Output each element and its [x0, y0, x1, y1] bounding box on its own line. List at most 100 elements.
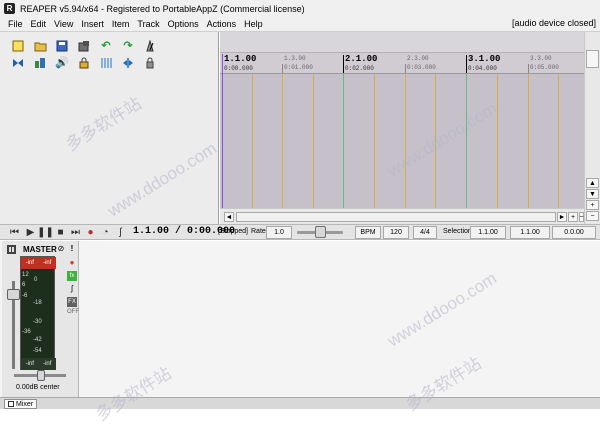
fx-bypass-icon[interactable]: FX	[67, 297, 77, 307]
menu-bar: File Edit View Insert Item Track Options…	[0, 17, 600, 32]
lock-settings-icon[interactable]	[142, 55, 158, 71]
master-meter[interactable]: -inf -inf 12 6 0 -6 -18 -30 -36 -42 -54 …	[20, 256, 56, 370]
menu-item[interactable]: Item	[108, 19, 134, 29]
scroll-right-icon[interactable]: ►	[557, 212, 567, 222]
new-project-icon[interactable]	[10, 38, 26, 54]
grid-line-beat	[313, 74, 314, 208]
automation-mode-icon[interactable]: ʃ	[114, 226, 127, 239]
title-bar: R REAPER v5.94/x64 - Registered to Porta…	[0, 0, 600, 17]
lock-toggle-icon[interactable]	[76, 55, 92, 71]
peak-right: -inf	[43, 260, 52, 266]
toolbar-row-1: ↶ ↷	[0, 37, 158, 55]
ruler-minor-label: 1.3.00	[284, 55, 306, 62]
bpm-value[interactable]: 120	[383, 226, 409, 239]
redo-icon[interactable]: ↷	[120, 38, 136, 54]
project-settings-icon[interactable]	[76, 38, 92, 54]
tab-close-icon[interactable]	[8, 401, 14, 407]
routing-icon[interactable]	[6, 244, 16, 254]
rate-value[interactable]: 1.0	[266, 226, 292, 239]
ruler-time-label: 0:04.000	[468, 65, 497, 72]
rms-right: -inf	[43, 361, 52, 367]
ruler-tick-bar-3	[466, 55, 467, 73]
scroll-down-icon[interactable]: ▼	[586, 189, 599, 199]
go-to-end-icon[interactable]: ⏭	[69, 226, 82, 239]
mixer-tab-label: Mixer	[16, 400, 34, 408]
bpm-button[interactable]: BPM	[355, 226, 381, 239]
meter-peak-display[interactable]: -inf -inf	[21, 257, 56, 269]
rate-slider-knob[interactable]	[315, 226, 326, 238]
metronome-icon[interactable]	[142, 38, 158, 54]
master-track-strip[interactable]: MASTER ⊘ ! -inf -inf 12 6 0 -6 -18 -30 -…	[2, 241, 79, 397]
selection-length[interactable]: 0.0.00	[552, 226, 596, 239]
ruler-minor-label: 2.3.00	[407, 55, 429, 62]
grid-line-beat	[497, 74, 498, 208]
time-signature[interactable]: 4/4	[413, 226, 437, 239]
save-project-icon[interactable]	[54, 38, 70, 54]
menu-edit[interactable]: Edit	[27, 19, 51, 29]
auto-crossfade-icon[interactable]	[10, 55, 26, 71]
track-control-panel[interactable]: ↶ ↷ 🔊	[0, 32, 219, 224]
menu-file[interactable]: File	[0, 19, 27, 29]
window-title: REAPER v5.94/x64 - Registered to Portabl…	[20, 3, 305, 14]
grid-line-beat	[405, 74, 406, 208]
grid-line-bar	[343, 74, 344, 208]
play-state: [Stopped]	[218, 228, 248, 235]
volume-fader-knob[interactable]	[7, 289, 20, 300]
menu-options[interactable]: Options	[164, 19, 203, 29]
zoom-out-horizontal-icon[interactable]: −	[579, 212, 584, 222]
ruler-region-lane[interactable]	[220, 32, 584, 52]
grid-line-beat	[252, 74, 253, 208]
reaper-app-icon[interactable]: R	[4, 3, 15, 14]
menu-track[interactable]: Track	[133, 19, 163, 29]
play-icon[interactable]: ▶	[24, 226, 37, 239]
zoom-out-vertical-icon[interactable]: −	[586, 211, 599, 221]
fx-off-label: OFF	[67, 309, 79, 315]
ruler-minor-time: 0:05.000	[530, 64, 559, 71]
grid-line-beat	[528, 74, 529, 208]
zoom-in-vertical-icon[interactable]: +	[586, 200, 599, 210]
master-label: MASTER	[23, 245, 57, 254]
envelope-follows-icon[interactable]	[32, 55, 48, 71]
scroll-left-icon[interactable]: ◄	[224, 212, 234, 222]
record-icon[interactable]: ●	[84, 226, 97, 239]
grid-line-beat	[374, 74, 375, 208]
vscroll-thumb[interactable]	[586, 50, 599, 68]
mixer-panel[interactable]	[0, 241, 600, 397]
selection-start[interactable]: 1.1.00	[470, 226, 506, 239]
envelope-icon[interactable]: ʃ	[67, 284, 77, 294]
pause-icon[interactable]: ❚❚	[37, 226, 54, 239]
menu-view[interactable]: View	[50, 19, 77, 29]
hscroll-thumb[interactable]	[236, 212, 556, 222]
stop-icon[interactable]: ■	[54, 226, 67, 239]
fx-insert-icon[interactable]: fx	[67, 271, 77, 281]
menu-help[interactable]: Help	[240, 19, 267, 29]
open-project-icon[interactable]	[32, 38, 48, 54]
undo-icon[interactable]: ↶	[98, 38, 114, 54]
go-to-start-icon[interactable]: ⏮	[8, 226, 21, 239]
grid-toggle-icon[interactable]	[98, 55, 114, 71]
zoom-in-horizontal-icon[interactable]: +	[568, 212, 578, 222]
edit-cursor[interactable]	[222, 54, 223, 208]
vertical-scrollbar[interactable]: ▲ ▼ + −	[584, 32, 600, 224]
mixer-tab[interactable]: Mixer	[4, 399, 38, 409]
repeat-toggle-icon[interactable]: ◔	[99, 226, 112, 239]
audio-device-status[interactable]: [audio device closed]	[512, 18, 596, 28]
ruler-tick-minor	[405, 64, 406, 73]
meter-scale-label: -18	[33, 300, 42, 306]
snap-toggle-icon[interactable]	[120, 55, 136, 71]
fx-enable-icon[interactable]: ●	[67, 258, 77, 268]
selection-end[interactable]: 1.1.00	[510, 226, 550, 239]
menu-insert[interactable]: Insert	[77, 19, 108, 29]
mute-solo-toggle-icon[interactable]: ⊘	[56, 244, 66, 254]
meter-rms-display[interactable]: -inf -inf	[21, 358, 56, 370]
info-toggle-icon[interactable]: !	[67, 244, 77, 254]
menu-actions[interactable]: Actions	[203, 19, 241, 29]
ruler-tick-minor	[528, 64, 529, 73]
horizontal-scrollbar[interactable]: ◄ ► + −	[220, 208, 584, 224]
peak-left: -inf	[25, 260, 34, 266]
arrange-view[interactable]: 1.1.00 0:00.000 2.1.00 0:02.000 3.1.00 0…	[220, 32, 584, 208]
pan-knob[interactable]	[37, 370, 45, 381]
docker-tab-bar: Mixer	[0, 397, 600, 409]
ripple-edit-icon[interactable]: 🔊	[54, 55, 70, 71]
scroll-up-icon[interactable]: ▲	[586, 178, 599, 188]
